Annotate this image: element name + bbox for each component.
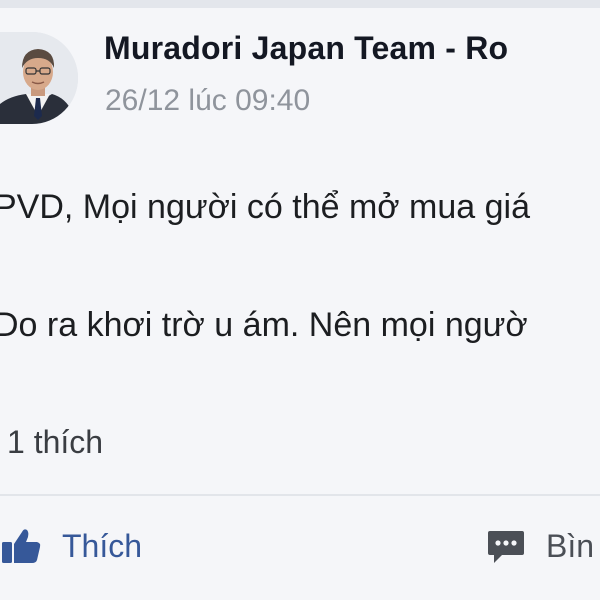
comment-button[interactable]: Bìn (486, 520, 594, 572)
reaction-count[interactable]: 1 thích (7, 424, 103, 461)
post-timestamp[interactable]: 26/12 lúc 09:40 (105, 84, 310, 118)
post-text-line: Do ra khơi trờ u ám. Nên mọi ngườ (0, 306, 528, 344)
post-text-line: PVD, Mọi người có thể mở mua giá (0, 188, 530, 226)
like-button-label: Thích (62, 527, 143, 564)
card-top-edge (0, 0, 600, 8)
comment-icon (486, 527, 526, 565)
like-button[interactable]: Thích (0, 520, 142, 572)
post-card: Muradori Japan Team - Ro 26/12 lúc 09:40… (0, 0, 600, 600)
comment-button-label: Bìn (546, 527, 595, 564)
author-name[interactable]: Muradori Japan Team - Ro (104, 30, 508, 67)
action-bar-divider (0, 494, 600, 496)
author-avatar[interactable] (0, 32, 78, 124)
thumbs-up-icon (0, 527, 42, 565)
